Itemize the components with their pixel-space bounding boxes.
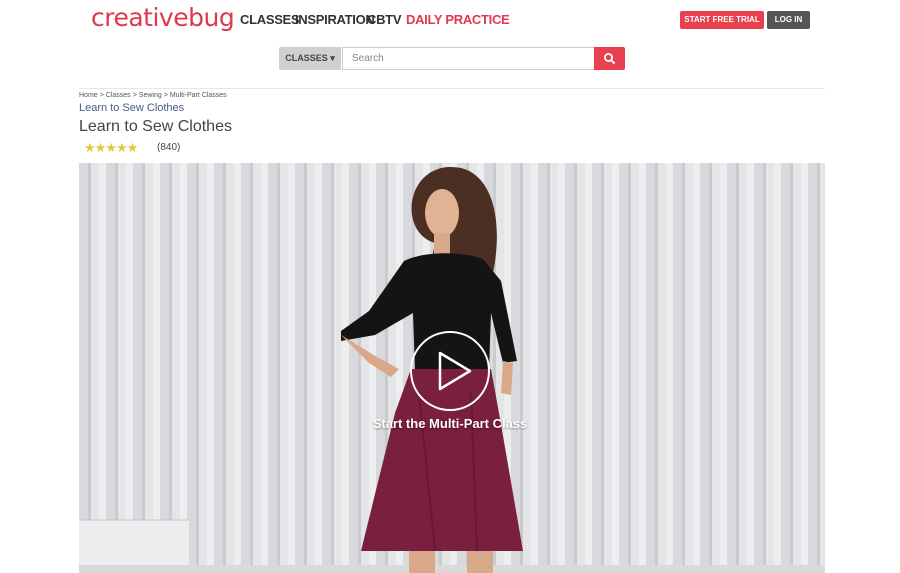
breadcrumb: Home > Classes > Sewing > Multi-Part Classes — [79, 92, 227, 99]
search-category-dropdown[interactable]: CLASSES ▾ — [279, 47, 341, 70]
breadcrumb-sewing[interactable]: Sewing — [139, 92, 162, 99]
log-in-button[interactable]: LOG IN — [767, 11, 810, 29]
search-input[interactable] — [342, 47, 603, 70]
header-divider — [79, 88, 825, 89]
play-icon — [438, 351, 472, 391]
breadcrumb-home[interactable]: Home — [79, 92, 98, 99]
breadcrumb-classes[interactable]: Classes — [106, 92, 131, 99]
page-title: Learn to Sew Clothes — [79, 118, 232, 135]
breadcrumb-multi-part-classes[interactable]: Multi-Part Classes — [170, 92, 227, 99]
search-icon — [603, 53, 615, 64]
search-button[interactable] — [594, 47, 625, 70]
nav-daily-practice[interactable]: DAILY PRACTICE — [406, 12, 510, 27]
breadcrumb-separator: > — [132, 92, 137, 99]
rating-stars: ★★★★★ — [84, 140, 138, 155]
nav-cbtv[interactable]: CBTV — [367, 12, 402, 27]
creativebug-logo[interactable]: creativebug — [91, 3, 235, 32]
play-caption[interactable]: Start the Multi-Part Class — [300, 416, 600, 431]
start-free-trial-button[interactable]: START FREE TRIAL — [680, 11, 764, 29]
breadcrumb-separator: > — [163, 92, 168, 99]
play-button[interactable] — [410, 331, 490, 411]
breadcrumb-separator: > — [99, 92, 104, 99]
top-navigation: creativebug CLASSES INSPIRATION CBTV DAI… — [0, 0, 900, 88]
rating-count[interactable]: (840) — [157, 142, 180, 153]
class-subtitle-link[interactable]: Learn to Sew Clothes — [79, 102, 184, 114]
nav-inspiration[interactable]: INSPIRATION — [295, 12, 375, 27]
nav-classes[interactable]: CLASSES — [240, 12, 300, 27]
